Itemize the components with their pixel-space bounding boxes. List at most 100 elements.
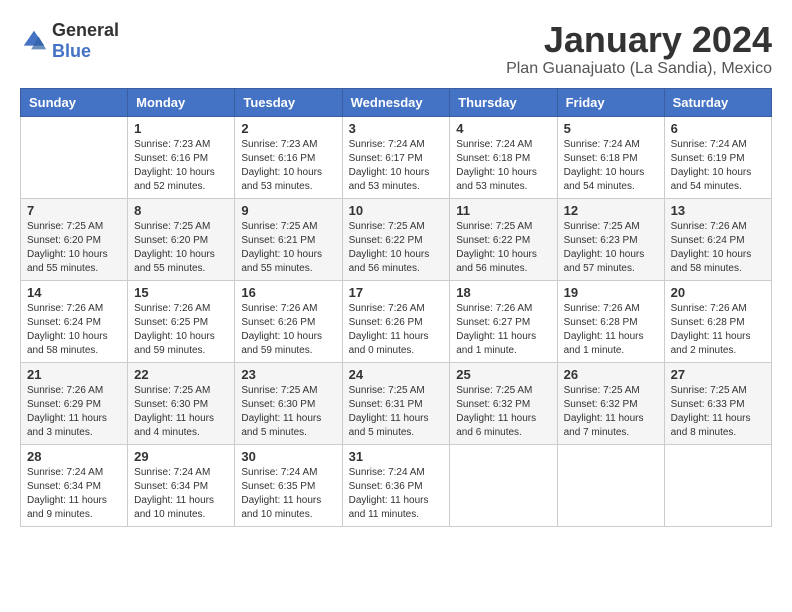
day-number: 9 bbox=[241, 203, 335, 218]
calendar-cell: 12 Sunrise: 7:25 AM Sunset: 6:23 PM Dayli… bbox=[557, 198, 664, 280]
calendar-cell: 26 Sunrise: 7:25 AM Sunset: 6:32 PM Dayli… bbox=[557, 362, 664, 444]
day-info: Sunrise: 7:25 AM Sunset: 6:32 PM Dayligh… bbox=[564, 384, 658, 440]
header-thursday: Thursday bbox=[450, 88, 557, 116]
calendar-cell: 14 Sunrise: 7:26 AM Sunset: 6:24 PM Dayli… bbox=[21, 280, 128, 362]
calendar-cell: 2 Sunrise: 7:23 AM Sunset: 6:16 PM Daylig… bbox=[235, 116, 342, 198]
calendar-cell: 31 Sunrise: 7:24 AM Sunset: 6:36 PM Dayli… bbox=[342, 444, 450, 526]
day-info: Sunrise: 7:24 AM Sunset: 6:35 PM Dayligh… bbox=[241, 466, 335, 522]
day-number: 17 bbox=[349, 285, 444, 300]
day-number: 29 bbox=[134, 449, 228, 464]
calendar-cell: 28Sunrise: 7:24 AM Sunset: 6:34 PM Dayli… bbox=[21, 444, 128, 526]
calendar-cell: 5 Sunrise: 7:24 AM Sunset: 6:18 PM Daylig… bbox=[557, 116, 664, 198]
day-number: 25 bbox=[456, 367, 550, 382]
calendar-cell bbox=[557, 444, 664, 526]
calendar-cell: 1 Sunrise: 7:23 AM Sunset: 6:16 PM Daylig… bbox=[128, 116, 235, 198]
day-info: Sunrise: 7:25 AM Sunset: 6:33 PM Dayligh… bbox=[671, 384, 765, 440]
header-monday: Monday bbox=[128, 88, 235, 116]
week-row-5: 28 Sunrise: 7:24 AM Sunset: 6:34 PM Dayli… bbox=[21, 444, 772, 526]
logo-icon bbox=[20, 27, 48, 55]
day-info: Sunrise: 7:25 AM Sunset: 6:23 PM Dayligh… bbox=[564, 220, 658, 276]
day-info: Sunrise: 7:24 AM Sunset: 6:18 PM Dayligh… bbox=[456, 138, 550, 194]
calendar-cell: 30 Sunrise: 7:24 AM Sunset: 6:35 PM Dayli… bbox=[235, 444, 342, 526]
day-number: 14 bbox=[27, 285, 121, 300]
page-header: General Blue January 2024 Plan Guanajuat… bbox=[20, 20, 772, 78]
day-info: Sunrise: 7:24 AM Sunset: 6:34 PM Dayligh… bbox=[134, 466, 228, 522]
calendar-table: SundayMondayTuesdayWednesdayThursdayFrid… bbox=[20, 88, 772, 527]
calendar-cell: 24Sunrise: 7:25 AM Sunset: 6:31 PM Dayli… bbox=[342, 362, 450, 444]
day-number: 6 bbox=[671, 121, 765, 136]
day-info: Sunrise: 7:26 AM Sunset: 6:24 PM Dayligh… bbox=[27, 302, 121, 358]
day-number: 31 bbox=[349, 449, 444, 464]
day-number: 27 bbox=[671, 367, 765, 382]
logo-general: General bbox=[52, 20, 119, 40]
week-row-4: 21Sunrise: 7:26 AM Sunset: 6:29 PM Dayli… bbox=[21, 362, 772, 444]
day-number: 19 bbox=[564, 285, 658, 300]
day-info: Sunrise: 7:26 AM Sunset: 6:25 PM Dayligh… bbox=[134, 302, 228, 358]
day-number: 21 bbox=[27, 367, 121, 382]
day-number: 28 bbox=[27, 449, 121, 464]
day-number: 2 bbox=[241, 121, 335, 136]
calendar-cell: 13Sunrise: 7:26 AM Sunset: 6:24 PM Dayli… bbox=[664, 198, 771, 280]
day-info: Sunrise: 7:26 AM Sunset: 6:27 PM Dayligh… bbox=[456, 302, 550, 358]
day-info: Sunrise: 7:23 AM Sunset: 6:16 PM Dayligh… bbox=[134, 138, 228, 194]
calendar-cell: 3 Sunrise: 7:24 AM Sunset: 6:17 PM Daylig… bbox=[342, 116, 450, 198]
calendar-cell: 25Sunrise: 7:25 AM Sunset: 6:32 PM Dayli… bbox=[450, 362, 557, 444]
calendar-cell: 23 Sunrise: 7:25 AM Sunset: 6:30 PM Dayli… bbox=[235, 362, 342, 444]
calendar-cell: 7 Sunrise: 7:25 AM Sunset: 6:20 PM Daylig… bbox=[21, 198, 128, 280]
day-info: Sunrise: 7:25 AM Sunset: 6:20 PM Dayligh… bbox=[27, 220, 121, 276]
day-number: 1 bbox=[134, 121, 228, 136]
header-friday: Friday bbox=[557, 88, 664, 116]
calendar-cell: 29 Sunrise: 7:24 AM Sunset: 6:34 PM Dayli… bbox=[128, 444, 235, 526]
calendar-cell: 6 Sunrise: 7:24 AM Sunset: 6:19 PM Daylig… bbox=[664, 116, 771, 198]
calendar-cell: 15 Sunrise: 7:26 AM Sunset: 6:25 PM Dayli… bbox=[128, 280, 235, 362]
day-number: 24 bbox=[349, 367, 444, 382]
day-info: Sunrise: 7:24 AM Sunset: 6:17 PM Dayligh… bbox=[349, 138, 444, 194]
calendar-cell: 16 Sunrise: 7:26 AM Sunset: 6:26 PM Dayli… bbox=[235, 280, 342, 362]
calendar-cell: 4 Sunrise: 7:24 AM Sunset: 6:18 PM Daylig… bbox=[450, 116, 557, 198]
calendar-cell: 17Sunrise: 7:26 AM Sunset: 6:26 PM Dayli… bbox=[342, 280, 450, 362]
day-number: 20 bbox=[671, 285, 765, 300]
header-wednesday: Wednesday bbox=[342, 88, 450, 116]
logo-blue: Blue bbox=[52, 41, 91, 61]
day-number: 23 bbox=[241, 367, 335, 382]
day-info: Sunrise: 7:24 AM Sunset: 6:19 PM Dayligh… bbox=[671, 138, 765, 194]
day-number: 3 bbox=[349, 121, 444, 136]
day-info: Sunrise: 7:25 AM Sunset: 6:20 PM Dayligh… bbox=[134, 220, 228, 276]
calendar-cell: 10 Sunrise: 7:25 AM Sunset: 6:22 PM Dayli… bbox=[342, 198, 450, 280]
day-number: 16 bbox=[241, 285, 335, 300]
header-saturday: Saturday bbox=[664, 88, 771, 116]
day-number: 4 bbox=[456, 121, 550, 136]
calendar-cell: 19 Sunrise: 7:26 AM Sunset: 6:28 PM Dayli… bbox=[557, 280, 664, 362]
calendar-cell bbox=[450, 444, 557, 526]
calendar-cell: 22Sunrise: 7:25 AM Sunset: 6:30 PM Dayli… bbox=[128, 362, 235, 444]
day-number: 18 bbox=[456, 285, 550, 300]
day-number: 26 bbox=[564, 367, 658, 382]
day-number: 12 bbox=[564, 203, 658, 218]
calendar-cell bbox=[21, 116, 128, 198]
calendar-cell: 11Sunrise: 7:25 AM Sunset: 6:22 PM Dayli… bbox=[450, 198, 557, 280]
day-info: Sunrise: 7:23 AM Sunset: 6:16 PM Dayligh… bbox=[241, 138, 335, 194]
calendar-cell: 9Sunrise: 7:25 AM Sunset: 6:21 PM Daylig… bbox=[235, 198, 342, 280]
day-info: Sunrise: 7:24 AM Sunset: 6:36 PM Dayligh… bbox=[349, 466, 444, 522]
day-info: Sunrise: 7:25 AM Sunset: 6:22 PM Dayligh… bbox=[349, 220, 444, 276]
title-section: January 2024 Plan Guanajuato (La Sandia)… bbox=[506, 20, 772, 78]
day-number: 22 bbox=[134, 367, 228, 382]
day-number: 11 bbox=[456, 203, 550, 218]
calendar-cell: 21Sunrise: 7:26 AM Sunset: 6:29 PM Dayli… bbox=[21, 362, 128, 444]
week-row-1: 1 Sunrise: 7:23 AM Sunset: 6:16 PM Daylig… bbox=[21, 116, 772, 198]
day-number: 15 bbox=[134, 285, 228, 300]
day-number: 13 bbox=[671, 203, 765, 218]
day-number: 7 bbox=[27, 203, 121, 218]
calendar-cell: 18 Sunrise: 7:26 AM Sunset: 6:27 PM Dayli… bbox=[450, 280, 557, 362]
calendar-header-row: SundayMondayTuesdayWednesdayThursdayFrid… bbox=[21, 88, 772, 116]
day-number: 10 bbox=[349, 203, 444, 218]
calendar-cell bbox=[664, 444, 771, 526]
location-subtitle: Plan Guanajuato (La Sandia), Mexico bbox=[506, 60, 772, 78]
day-number: 30 bbox=[241, 449, 335, 464]
day-info: Sunrise: 7:26 AM Sunset: 6:26 PM Dayligh… bbox=[241, 302, 335, 358]
day-number: 8 bbox=[134, 203, 228, 218]
day-info: Sunrise: 7:24 AM Sunset: 6:18 PM Dayligh… bbox=[564, 138, 658, 194]
day-number: 5 bbox=[564, 121, 658, 136]
day-info: Sunrise: 7:26 AM Sunset: 6:28 PM Dayligh… bbox=[564, 302, 658, 358]
day-info: Sunrise: 7:25 AM Sunset: 6:30 PM Dayligh… bbox=[241, 384, 335, 440]
